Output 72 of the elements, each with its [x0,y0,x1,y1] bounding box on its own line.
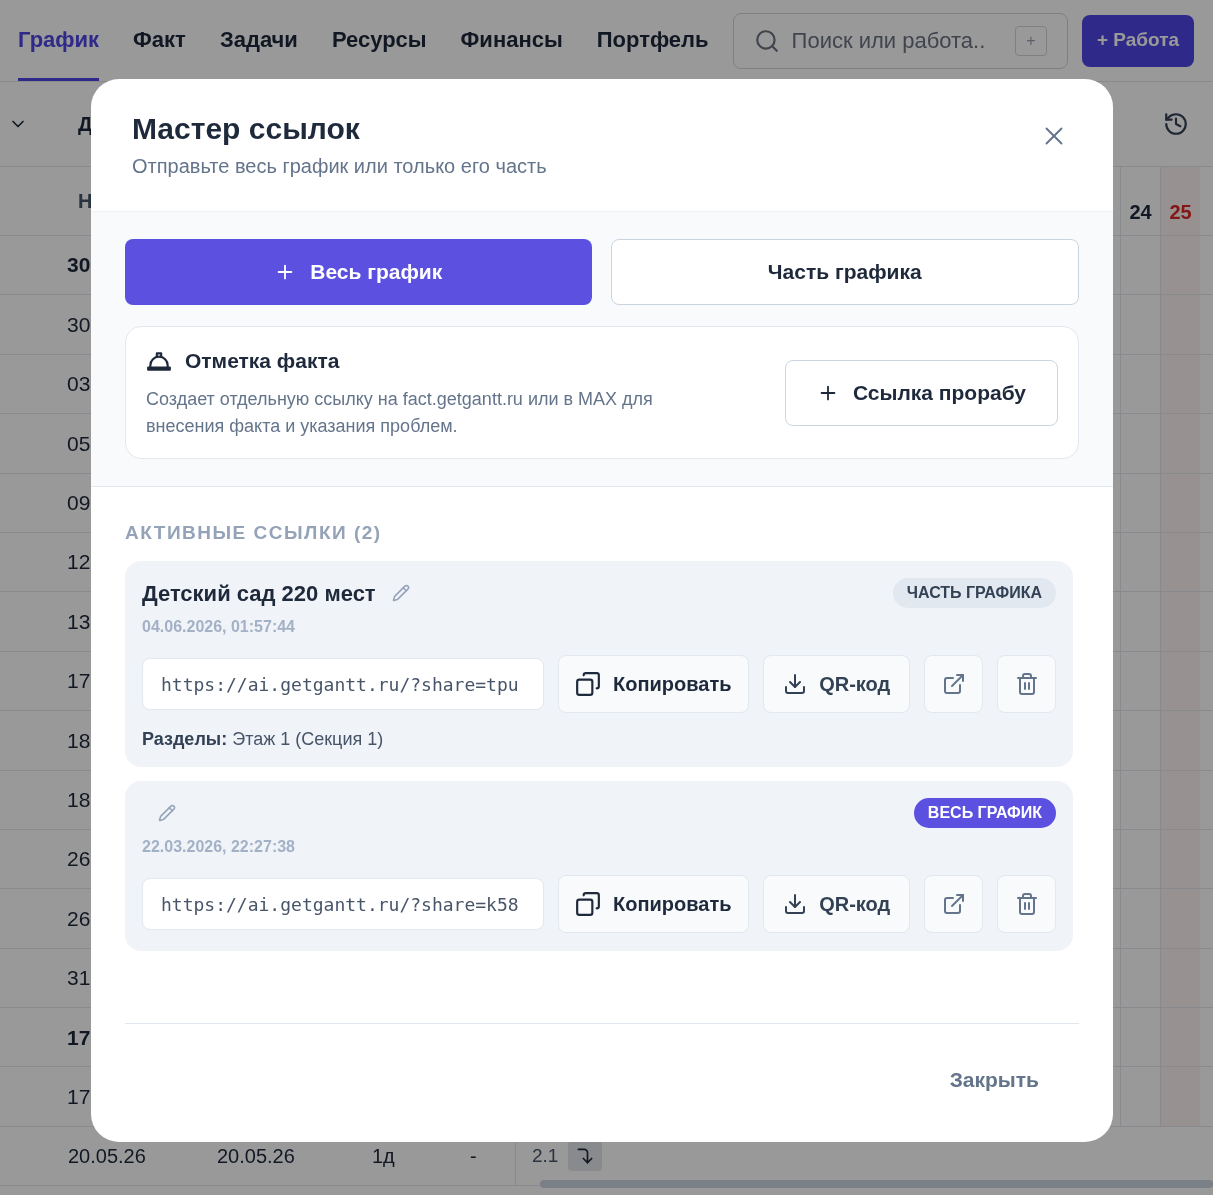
url-field[interactable]: https://ai.getgantt.ru/?share=k58 [142,878,544,930]
table-cell-text: 1д [372,1144,395,1170]
open-link-button[interactable] [924,655,984,713]
pencil-icon[interactable] [158,804,176,822]
download-icon [783,672,808,696]
date-cell-text: 30 [67,311,91,338]
date-cell-text: 31 [67,965,91,992]
table-cell-text: 2.1 [532,1143,559,1168]
qr-code-button[interactable]: QR-код [762,655,911,713]
scrollbar[interactable] [540,1180,1213,1188]
link-date: 22.03.2026, 22:27:38 [142,837,295,857]
copy-button[interactable]: Копировать [557,875,749,933]
date-cell-text: 30 [67,252,91,279]
download-icon [783,892,808,916]
date-cell-text: 03 [67,371,91,398]
table-cell-text: 20.05.26 [68,1144,146,1170]
link-date: 04.06.2026, 01:57:44 [142,617,295,637]
date-cell-text: 18 [67,786,91,813]
pencil-icon[interactable] [391,584,410,602]
nav-tab[interactable]: Портфель [596,0,709,81]
turn-down-arrow-icon [575,1146,596,1167]
copy-button[interactable]: Копировать [557,655,749,713]
nav-tab[interactable]: Факт [133,0,186,81]
scope-button[interactable]: Часть графика [610,239,1079,305]
search-field[interactable]: Поиск или работа.. + [732,12,1068,69]
section-heading: АКТИВНЫЕ ССЫЛКИ (2) [125,523,382,543]
search-icon [753,27,780,54]
date-cell-text: 17 [67,1024,91,1051]
table-cell-text: 20.05.26 [217,1144,295,1170]
copy-icon [575,891,602,917]
nav-tab[interactable]: График [18,0,100,81]
nav-tab[interactable]: Задачи [219,0,298,81]
copy-icon [575,671,602,697]
date-cell-text: 05 [67,430,91,457]
nav-tab[interactable]: Финансы [460,0,563,81]
date-cell-text: 26 [67,846,91,873]
close-button[interactable]: Закрыть [909,1056,1079,1104]
qr-code-button[interactable]: QR-код [762,875,911,933]
add-work-button[interactable]: + Работа [1081,14,1194,67]
dialog-title: Мастер ссылок [132,111,360,147]
scope-badge: ВЕСЬ ГРАФИК [913,798,1056,828]
trash-icon [1014,892,1039,916]
table-cell-text: - [470,1144,477,1170]
open-link-button[interactable] [924,875,984,933]
external-link-icon [941,672,966,696]
history-icon[interactable] [1163,111,1189,137]
shortcut-key: + [1014,25,1047,56]
external-link-icon [941,892,966,916]
link-name: Детский сад 220 мест [142,579,376,608]
move-button[interactable] [568,1141,603,1172]
date-cell-text: 18 [67,727,91,754]
foreman-link-button[interactable]: Ссылка прорабу [785,359,1058,426]
date-cell-text: 17 [67,1083,91,1110]
delete-button[interactable] [997,655,1056,713]
trash-icon [1014,672,1039,696]
scope-button[interactable]: Весь график [125,239,592,305]
fact-description: Создает отдельную ссылку на fact.getgantt.ru или в MAX для внесения факта и указания проблем. [146,388,654,439]
scope-badge: ЧАСТЬ ГРАФИКА [892,578,1056,608]
date-cell-text: 09 [67,490,91,516]
column-header: Д [78,112,93,137]
day-header: 25 [1160,167,1200,235]
date-cell-text: 12 [67,549,91,576]
dialog-subtitle: Отправьте весь график или только его часть [132,154,547,179]
column-header: Н [78,189,93,214]
date-cell-text: 17 [67,668,91,695]
date-cell-text: 13 [67,608,91,635]
sections-text: Разделы: Этаж 1 (Секция 1) [142,727,384,751]
fact-title: Отметка факта [185,347,340,374]
date-cell-text: 26 [67,905,91,932]
delete-button[interactable] [997,875,1056,933]
url-field[interactable]: https://ai.getgantt.ru/?share=tpu [142,658,544,710]
nav-tab[interactable]: Ресурсы [331,0,427,81]
